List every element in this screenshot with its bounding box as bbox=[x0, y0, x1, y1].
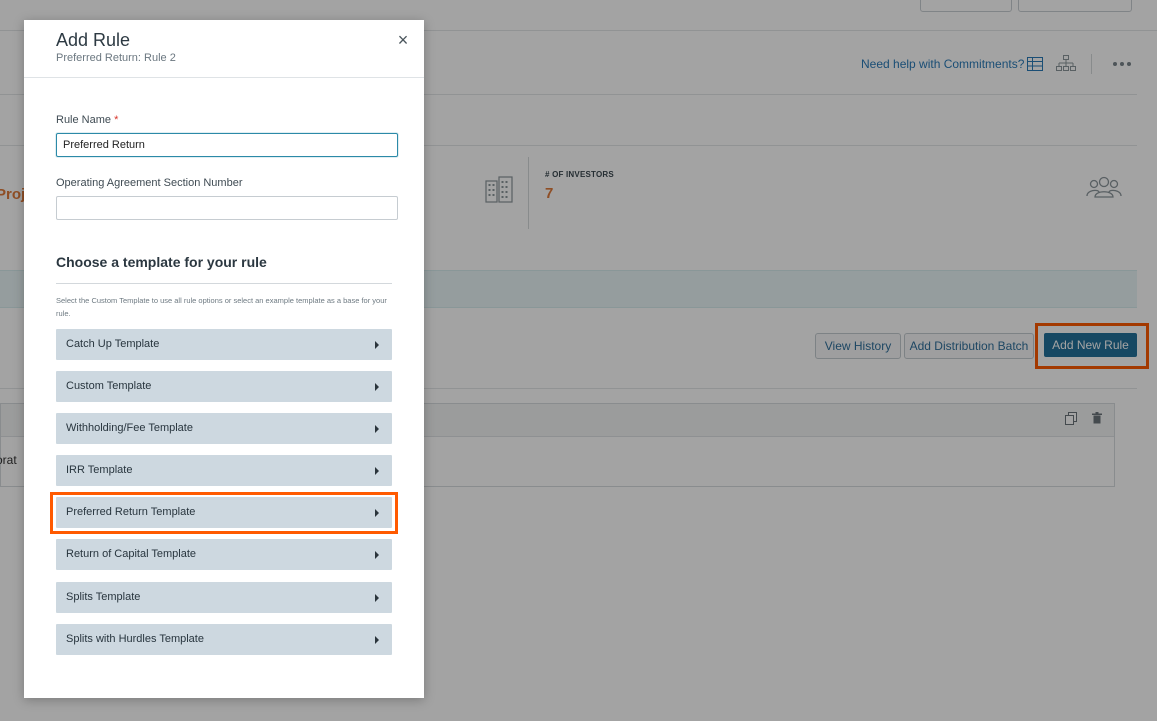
required-marker: * bbox=[114, 114, 119, 126]
template-label: Catch Up Template bbox=[66, 338, 160, 350]
template-splits-with-hurdles[interactable]: Splits with Hurdles Template bbox=[56, 624, 392, 655]
template-helper-text: Select the Custom Template to use all ru… bbox=[56, 296, 387, 318]
caret-right-icon bbox=[375, 551, 379, 559]
template-return-of-capital[interactable]: Return of Capital Template bbox=[56, 539, 392, 570]
template-label: Withholding/Fee Template bbox=[66, 422, 193, 434]
section-number-input[interactable] bbox=[56, 196, 398, 220]
template-section-heading: Choose a template for your rule bbox=[56, 254, 267, 270]
modal-title: Add Rule bbox=[56, 30, 131, 50]
add-rule-modal: Add Rule Preferred Return: Rule 2 × Rule… bbox=[24, 20, 424, 698]
caret-right-icon bbox=[375, 383, 379, 391]
close-icon[interactable]: × bbox=[394, 30, 412, 50]
template-label: Splits Template bbox=[66, 591, 141, 603]
caret-right-icon bbox=[375, 341, 379, 349]
template-heading-divider bbox=[56, 283, 392, 284]
caret-right-icon bbox=[375, 467, 379, 475]
template-label: Splits with Hurdles Template bbox=[66, 633, 204, 645]
template-splits[interactable]: Splits Template bbox=[56, 582, 392, 613]
template-label: IRR Template bbox=[66, 464, 133, 476]
template-withholding-fee[interactable]: Withholding/Fee Template bbox=[56, 413, 392, 444]
section-number-label: Operating Agreement Section Number bbox=[56, 177, 243, 189]
caret-right-icon bbox=[375, 594, 379, 602]
preferred-return-highlight bbox=[50, 492, 398, 534]
modal-header-divider bbox=[24, 77, 424, 78]
template-irr[interactable]: IRR Template bbox=[56, 455, 392, 486]
template-label: Custom Template bbox=[66, 380, 152, 392]
caret-right-icon bbox=[375, 425, 379, 433]
template-custom[interactable]: Custom Template bbox=[56, 371, 392, 402]
rule-name-label: Rule Name * bbox=[56, 114, 118, 126]
rule-name-label-text: Rule Name bbox=[56, 114, 112, 126]
caret-right-icon bbox=[375, 636, 379, 644]
template-label: Return of Capital Template bbox=[66, 548, 197, 560]
rule-name-input[interactable] bbox=[56, 133, 398, 157]
modal-subtitle: Preferred Return: Rule 2 bbox=[56, 52, 176, 64]
template-catch-up[interactable]: Catch Up Template bbox=[56, 329, 392, 360]
